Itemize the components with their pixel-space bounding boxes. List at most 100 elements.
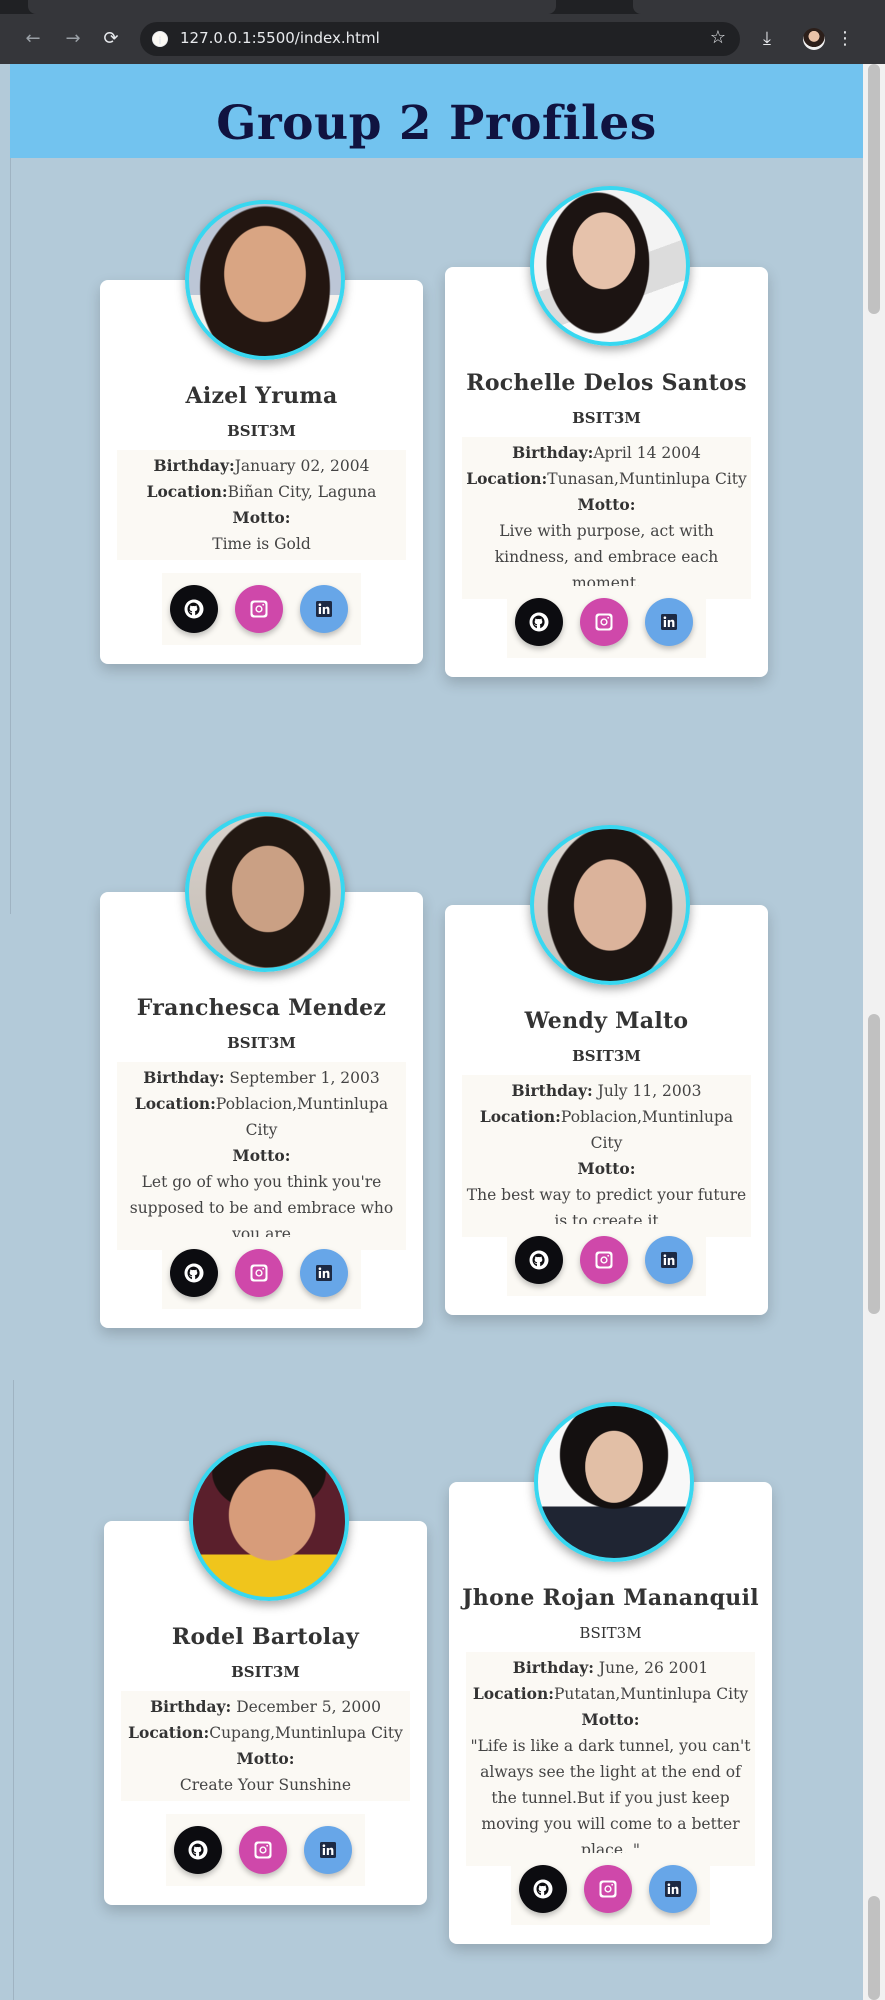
motto-value: Create Your Sunshine <box>179 1776 352 1794</box>
linkedin-icon[interactable] <box>649 1865 697 1913</box>
scrollbar-thumb[interactable] <box>868 1896 880 2000</box>
scrollbar-thumb[interactable] <box>868 1014 880 1314</box>
instagram-icon[interactable] <box>235 1249 283 1297</box>
site-info-icon[interactable]: i <box>152 31 168 47</box>
profile-course: BSIT3M <box>572 409 641 427</box>
reload-icon[interactable]: ⟳ <box>100 28 122 50</box>
linkedin-icon[interactable] <box>645 1236 693 1284</box>
profile-name: Rochelle Delos Santos <box>466 370 747 396</box>
profile-name: Franchesca Mendez <box>136 995 387 1021</box>
location-value: Poblacion,Muntinlupa City <box>215 1095 389 1139</box>
profile-name: Rodel Bartolay <box>171 1624 360 1650</box>
motto-label: Motto: <box>577 495 636 514</box>
location-label: Location: <box>146 482 228 501</box>
profile-course: BSIT3M <box>579 1624 642 1642</box>
profile-course: BSIT3M <box>227 422 296 440</box>
bookmark-star-icon[interactable]: ☆ <box>710 27 726 48</box>
location-label: Location: <box>472 1684 554 1703</box>
birthday-label: Birthday: <box>512 443 594 462</box>
social-links <box>507 1224 706 1296</box>
profile-details: Birthday: September 1, 2003 Location:Pob… <box>117 1062 406 1250</box>
motto-label: Motto: <box>232 1146 291 1165</box>
profile-details: Birthday: June, 26 2001 Location:Putatan… <box>466 1652 755 1866</box>
browser-tab-inactive[interactable] <box>633 0 885 14</box>
birthday-label: Birthday: <box>512 1658 594 1677</box>
profile-photo <box>530 186 690 346</box>
page-title: Group 2 Profiles <box>216 96 657 151</box>
instagram-icon[interactable] <box>584 1865 632 1913</box>
instagram-icon[interactable] <box>239 1826 287 1874</box>
location-label: Location: <box>128 1723 210 1742</box>
location-label: Location: <box>466 469 548 488</box>
profile-details: Birthday:April 14 2004 Location:Tunasan,… <box>462 437 751 599</box>
social-links <box>162 573 361 645</box>
location-value: Tunasan,Muntinlupa City <box>547 470 747 488</box>
profile-avatar-icon[interactable] <box>803 28 825 50</box>
profile-course: BSIT3M <box>231 1663 300 1681</box>
birthday-value: January 02, 2004 <box>234 457 370 475</box>
scrollbar-thumb[interactable] <box>868 64 880 314</box>
linkedin-icon[interactable] <box>300 585 348 633</box>
location-label: Location: <box>479 1107 561 1126</box>
divider <box>10 158 11 914</box>
profile-name: Wendy Malto <box>524 1008 689 1034</box>
linkedin-icon[interactable] <box>300 1249 348 1297</box>
location-value: Cupang,Muntinlupa City <box>209 1724 403 1742</box>
birthday-label: Birthday: <box>153 456 235 475</box>
motto-label: Motto: <box>577 1159 636 1178</box>
birthday-value: July 11, 2003 <box>592 1082 702 1100</box>
linkedin-icon[interactable] <box>645 598 693 646</box>
address-bar[interactable]: i 127.0.0.1:5500/index.html ☆ <box>140 22 740 56</box>
birthday-value: September 1, 2003 <box>224 1069 380 1087</box>
tab-strip <box>0 0 885 14</box>
github-icon[interactable] <box>170 585 218 633</box>
social-links <box>507 586 706 658</box>
divider <box>13 1380 14 2000</box>
github-icon[interactable] <box>174 1826 222 1874</box>
profile-name: Jhone Rojan Mananquil <box>462 1585 759 1611</box>
menu-kebab-icon[interactable]: ⋮ <box>834 28 856 50</box>
profile-photo <box>534 1402 694 1562</box>
instagram-icon[interactable] <box>235 585 283 633</box>
github-icon[interactable] <box>515 598 563 646</box>
download-icon[interactable]: ⤓ <box>756 28 778 50</box>
birthday-value: December 5, 2000 <box>231 1698 381 1716</box>
profile-photo <box>185 200 345 360</box>
profile-details: Birthday: July 11, 2003 Location:Poblaci… <box>462 1075 751 1237</box>
social-links <box>162 1237 361 1309</box>
url-text[interactable]: 127.0.0.1:5500/index.html <box>180 29 380 47</box>
instagram-icon[interactable] <box>580 1236 628 1284</box>
birthday-label: Birthday: <box>511 1081 593 1100</box>
profile-details: Birthday: December 5, 2000 Location:Cupa… <box>121 1691 410 1801</box>
birthday-value: June, 26 2001 <box>593 1659 709 1677</box>
browser-tab[interactable] <box>28 0 556 14</box>
profile-photo <box>185 812 345 972</box>
page-content: Group 2 Profiles Aizel Yruma BSIT3M Birt… <box>10 64 863 2000</box>
profile-photo <box>530 825 690 985</box>
github-icon[interactable] <box>515 1236 563 1284</box>
back-arrow-icon[interactable]: ← <box>22 28 44 50</box>
motto-label: Motto: <box>236 1749 295 1768</box>
profile-photo <box>189 1441 349 1601</box>
linkedin-icon[interactable] <box>304 1826 352 1874</box>
profile-name: Aizel Yruma <box>185 383 338 409</box>
motto-value: Live with purpose, act with kindness, an… <box>494 522 719 592</box>
motto-label: Motto: <box>581 1710 640 1729</box>
instagram-icon[interactable] <box>580 598 628 646</box>
github-icon[interactable] <box>519 1865 567 1913</box>
birthday-value: April 14 2004 <box>593 444 701 462</box>
page-scrollbar[interactable] <box>863 64 885 2000</box>
motto-value: Let go of who you think you're supposed … <box>129 1173 394 1243</box>
motto-value: "Life is like a dark tunnel, you can't a… <box>470 1737 751 1859</box>
motto-label: Motto: <box>232 508 291 527</box>
browser-toolbar: ← → ⟳ i 127.0.0.1:5500/index.html ☆ ⤓ ⋮ <box>0 14 885 64</box>
location-value: Poblacion,Muntinlupa City <box>560 1108 734 1152</box>
profile-details: Birthday:January 02, 2004 Location:Biñan… <box>117 450 406 560</box>
social-links <box>511 1853 710 1925</box>
motto-value: Time is Gold <box>212 535 311 553</box>
location-value: Putatan,Muntinlupa City <box>554 1685 749 1703</box>
profile-course: BSIT3M <box>227 1034 296 1052</box>
github-icon[interactable] <box>170 1249 218 1297</box>
forward-arrow-icon[interactable]: → <box>62 28 84 50</box>
location-value: Biñan City, Laguna <box>227 483 377 501</box>
